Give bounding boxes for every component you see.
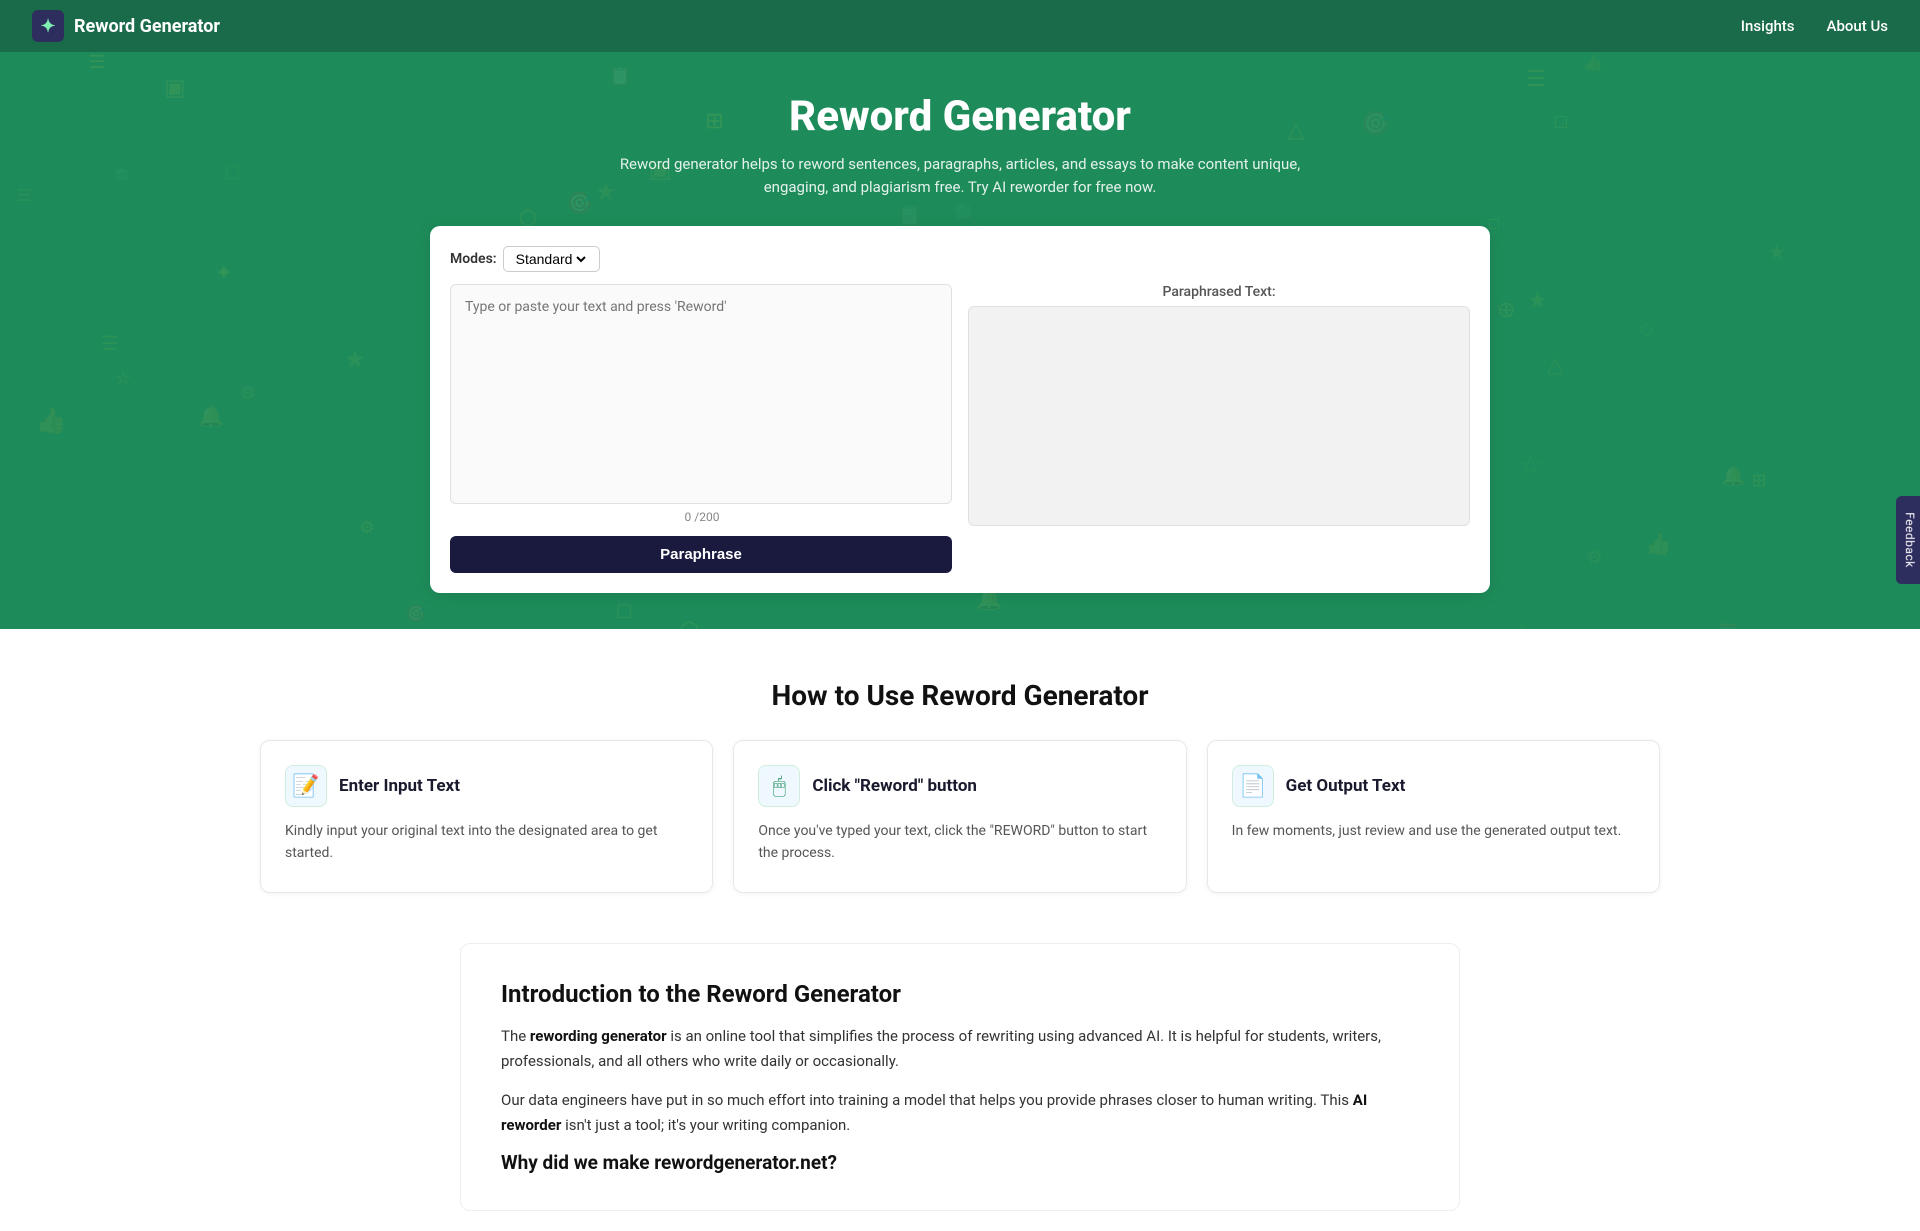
bg-icon: 👍: [1583, 53, 1603, 72]
char-current: 0: [685, 510, 692, 524]
output-area: [968, 306, 1470, 526]
bg-icon: 🎯: [405, 604, 426, 624]
bg-icon: ⏳: [1713, 623, 1742, 629]
step-icon-row-1: 📝 Enter Input Text: [285, 765, 688, 807]
step-card-2: 🖱 Click "Reword" button Once you've type…: [733, 740, 1186, 893]
steps-grid: 📝 Enter Input Text Kindly input your ori…: [260, 740, 1660, 893]
step-title-2: Click "Reword" button: [812, 776, 977, 796]
text-panels: 0 /200 Paraphrase Paraphrased Text:: [450, 284, 1470, 573]
step-title-1: Enter Input Text: [339, 776, 460, 796]
bg-icon: □: [618, 598, 632, 624]
navbar: ✦ Reword Generator Insights About Us: [0, 0, 1920, 52]
logo-icon: ✦: [32, 10, 64, 42]
output-panel: Paraphrased Text:: [968, 284, 1470, 573]
modes-select[interactable]: Standard Fluency Creative Formal: [512, 250, 589, 268]
brand-link[interactable]: ✦ Reword Generator: [32, 10, 220, 42]
step-card-3: 📄 Get Output Text In few moments, just r…: [1207, 740, 1660, 893]
bg-icon: ☰: [89, 52, 105, 73]
tool-card: Modes: Standard Fluency Creative Formal …: [430, 226, 1490, 593]
paraphrased-label: Paraphrased Text:: [968, 284, 1470, 300]
nav-insights-link[interactable]: Insights: [1741, 17, 1795, 35]
bg-icon: ☆: [1512, 620, 1532, 629]
how-to-section: How to Use Reword Generator 📝 Enter Inpu…: [0, 629, 1920, 923]
modes-row: Modes: Standard Fluency Creative Formal: [450, 246, 1470, 272]
intro-para-2: Our data engineers have put in so much e…: [501, 1088, 1419, 1138]
intro-section: Introduction to the Reword Generator The…: [460, 943, 1460, 1211]
hero-content: Reword Generator Reword generator helps …: [20, 92, 1900, 593]
intro-title: Introduction to the Reword Generator: [501, 980, 1419, 1008]
char-count: 0 /200: [450, 510, 952, 524]
step-card-1: 📝 Enter Input Text Kindly input your ori…: [260, 740, 713, 893]
input-textarea[interactable]: [450, 284, 952, 504]
step-title-3: Get Output Text: [1286, 776, 1406, 796]
step-icon-3: 📄: [1232, 765, 1274, 807]
intro-subheading: Why did we make rewordgenerator.net?: [501, 1151, 1419, 1174]
intro-bold-1: rewording generator: [530, 1027, 667, 1045]
step-icon-row-2: 🖱 Click "Reword" button: [758, 765, 1161, 807]
intro-para-1: The rewording generator is an online too…: [501, 1024, 1419, 1074]
step-desc-1: Kindly input your original text into the…: [285, 821, 688, 864]
bg-icon: ☰: [1526, 67, 1546, 92]
hero-subtitle: Reword generator helps to reword sentenc…: [610, 153, 1310, 198]
char-max: 200: [699, 510, 719, 524]
hero-title: Reword Generator: [20, 92, 1900, 141]
nav-about-link[interactable]: About Us: [1827, 17, 1889, 35]
feedback-tab[interactable]: Feedback: [1896, 496, 1920, 584]
bg-icon: 📋: [609, 66, 631, 87]
bg-icon: ⬡: [680, 618, 699, 629]
modes-dropdown[interactable]: Standard Fluency Creative Formal: [503, 246, 600, 272]
step-icon-row-3: 📄 Get Output Text: [1232, 765, 1635, 807]
nav-links: Insights About Us: [1741, 17, 1888, 35]
step-desc-3: In few moments, just review and use the …: [1232, 821, 1635, 843]
how-to-title: How to Use Reword Generator: [32, 679, 1888, 712]
step-icon-1: 📝: [285, 765, 327, 807]
modes-label: Modes:: [450, 251, 497, 267]
brand-name: Reword Generator: [74, 16, 220, 37]
input-panel: 0 /200 Paraphrase: [450, 284, 952, 573]
intro-bold-2: AI reworder: [501, 1091, 1367, 1134]
paraphrase-button[interactable]: Paraphrase: [450, 536, 952, 573]
step-icon-2: 🖱: [758, 765, 800, 807]
step-desc-2: Once you've typed your text, click the "…: [758, 821, 1161, 864]
hero-section: ☰⏳🔍□◎☆★⚙▣👍📋🔔🎯✦⬡△◇⊞⊕☰⏳🔍□◎☆★⚙▣👍📋🔔🎯✦⬡△◇⊞⊕☰⏳…: [0, 52, 1920, 629]
